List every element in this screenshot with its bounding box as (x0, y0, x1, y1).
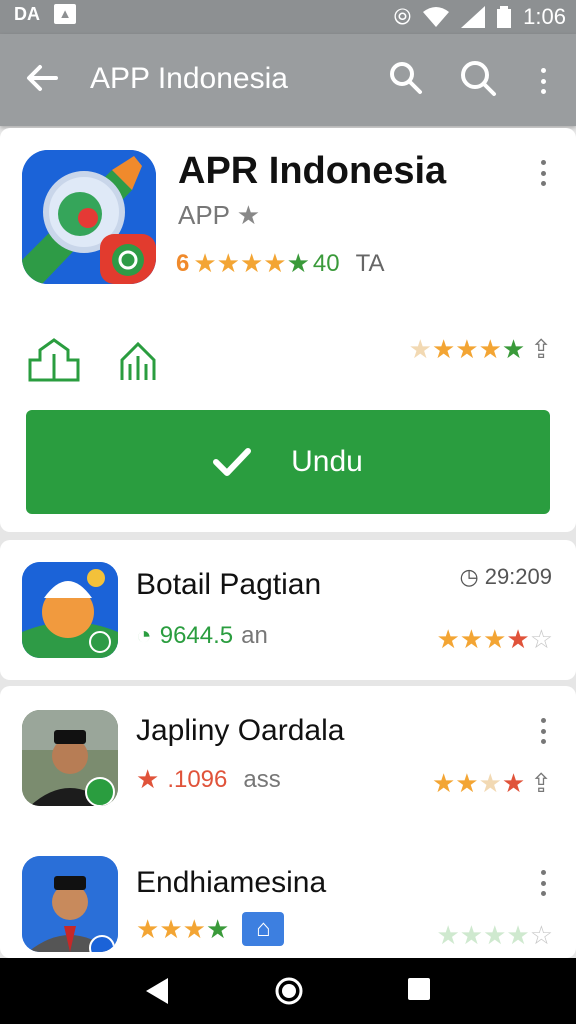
app-bar-title: APP Indonesia (90, 62, 288, 95)
status-notification-label: DA (14, 4, 40, 24)
rating-prefix: 6 (176, 249, 190, 277)
list-item-title: Japliny Oardala (136, 714, 345, 747)
status-time: 1:06 (523, 4, 566, 29)
signal-icon (461, 6, 486, 28)
review-stars: ★ ★ ★ ★ ★ ⇪ (408, 334, 552, 365)
rating-tag: TA (355, 249, 385, 277)
star-icon: ★ (136, 764, 160, 794)
star-icon: ★ (236, 200, 261, 230)
list-item-title: Botail Pagtian (136, 568, 322, 601)
install-button[interactable]: Undu (26, 410, 550, 514)
check-icon (213, 448, 252, 476)
list-item[interactable]: Japliny Oardala ★ .1096 ass ★ ★ ★ ★ ⇪ (0, 686, 576, 822)
home-icon[interactable] (118, 336, 158, 384)
rating-value: 40 (312, 249, 340, 277)
list-item-avatar (22, 710, 118, 806)
app-title: APR Indonesia (178, 150, 447, 192)
list-item-stars: ★ ★ ★ ★ ⇪ (431, 768, 552, 799)
list-item-icon (22, 562, 118, 658)
status-bar: DA ▲ ⦾ 1:06 (0, 0, 576, 34)
list-item-avatar (22, 856, 118, 952)
list-item-meta: ◔ 9644.5 an (136, 620, 268, 651)
wifi-icon (423, 7, 450, 27)
list-item[interactable]: Endhiamesina ★ ★ ★ ★ ⌂ ★ ★ ★ ★ ☆ (0, 836, 576, 958)
list-item-rating-stars: ★ ★ ★ ★ (136, 913, 229, 944)
app-subtitle: APP (178, 200, 230, 230)
list-item-time: ◷ 29:209 (460, 564, 553, 590)
list-item-stars: ★ ★ ★ ★ ☆ (436, 624, 553, 654)
app-logo-icon (22, 150, 156, 284)
list-item-meta: ★ .1096 ass (136, 764, 281, 795)
more-vert-icon[interactable] (538, 160, 548, 186)
home-badge-icon: ⌂ (242, 912, 285, 946)
list-item-meta-suffix: ass (243, 765, 281, 793)
clock-icon: ◷ (459, 564, 479, 589)
nav-recents-icon[interactable] (406, 976, 432, 1002)
navigation-bar (0, 958, 576, 1024)
share-icon[interactable]: ⇪ (530, 334, 552, 365)
list-item-title: Endhiamesina (136, 866, 327, 899)
nav-home-icon[interactable] (274, 976, 304, 1006)
app-developer: APP ★ (178, 200, 260, 231)
list-item-meta-value: .1096 (167, 765, 228, 793)
list-item-meta-suffix: an (241, 621, 268, 649)
rating-stars: ★ ★ ★ ★ ★ (193, 248, 310, 278)
more-vert-icon[interactable] (538, 870, 548, 896)
more-vert-icon[interactable] (538, 718, 548, 744)
vibrate-icon: ⦾ (393, 4, 412, 29)
install-button-label: Undu (291, 445, 363, 478)
featured-app-card[interactable]: APR Indonesia APP ★ 6 ★ ★ ★ ★ ★ 40 TA ★ ★ ★ ★ ★ … (0, 128, 576, 532)
back-arrow-icon[interactable] (22, 58, 62, 98)
app-rating: 6 ★ ★ ★ ★ ★ 40 TA (176, 248, 385, 279)
more-vert-icon[interactable] (538, 68, 548, 94)
list-item[interactable]: Botail Pagtian ◷ 29:209 ◔ 9644.5 an ★ ★ ★ ★… (0, 540, 576, 680)
list-item-meta: ★ ★ ★ ★ ⌂ (136, 912, 285, 946)
image-icon: ▲ (54, 4, 76, 24)
list-item-time-value: 29:209 (484, 564, 552, 589)
battery-icon (497, 6, 512, 28)
list-item-stars: ★ ★ ★ ★ ☆ (436, 920, 553, 950)
nav-back-icon[interactable] (144, 976, 170, 1006)
share-icon[interactable] (26, 336, 82, 384)
list-card: Japliny Oardala ★ .1096 ass ★ ★ ★ ★ ⇪ Endhi… (0, 686, 576, 958)
search-icon[interactable] (458, 58, 498, 98)
share-icon[interactable]: ⇪ (530, 768, 552, 799)
download-count-icon: ◔ (136, 620, 152, 650)
app-bar: APP Indonesia (0, 34, 576, 126)
list-item-meta-value: 9644.5 (159, 621, 234, 649)
search-icon[interactable] (386, 58, 426, 98)
